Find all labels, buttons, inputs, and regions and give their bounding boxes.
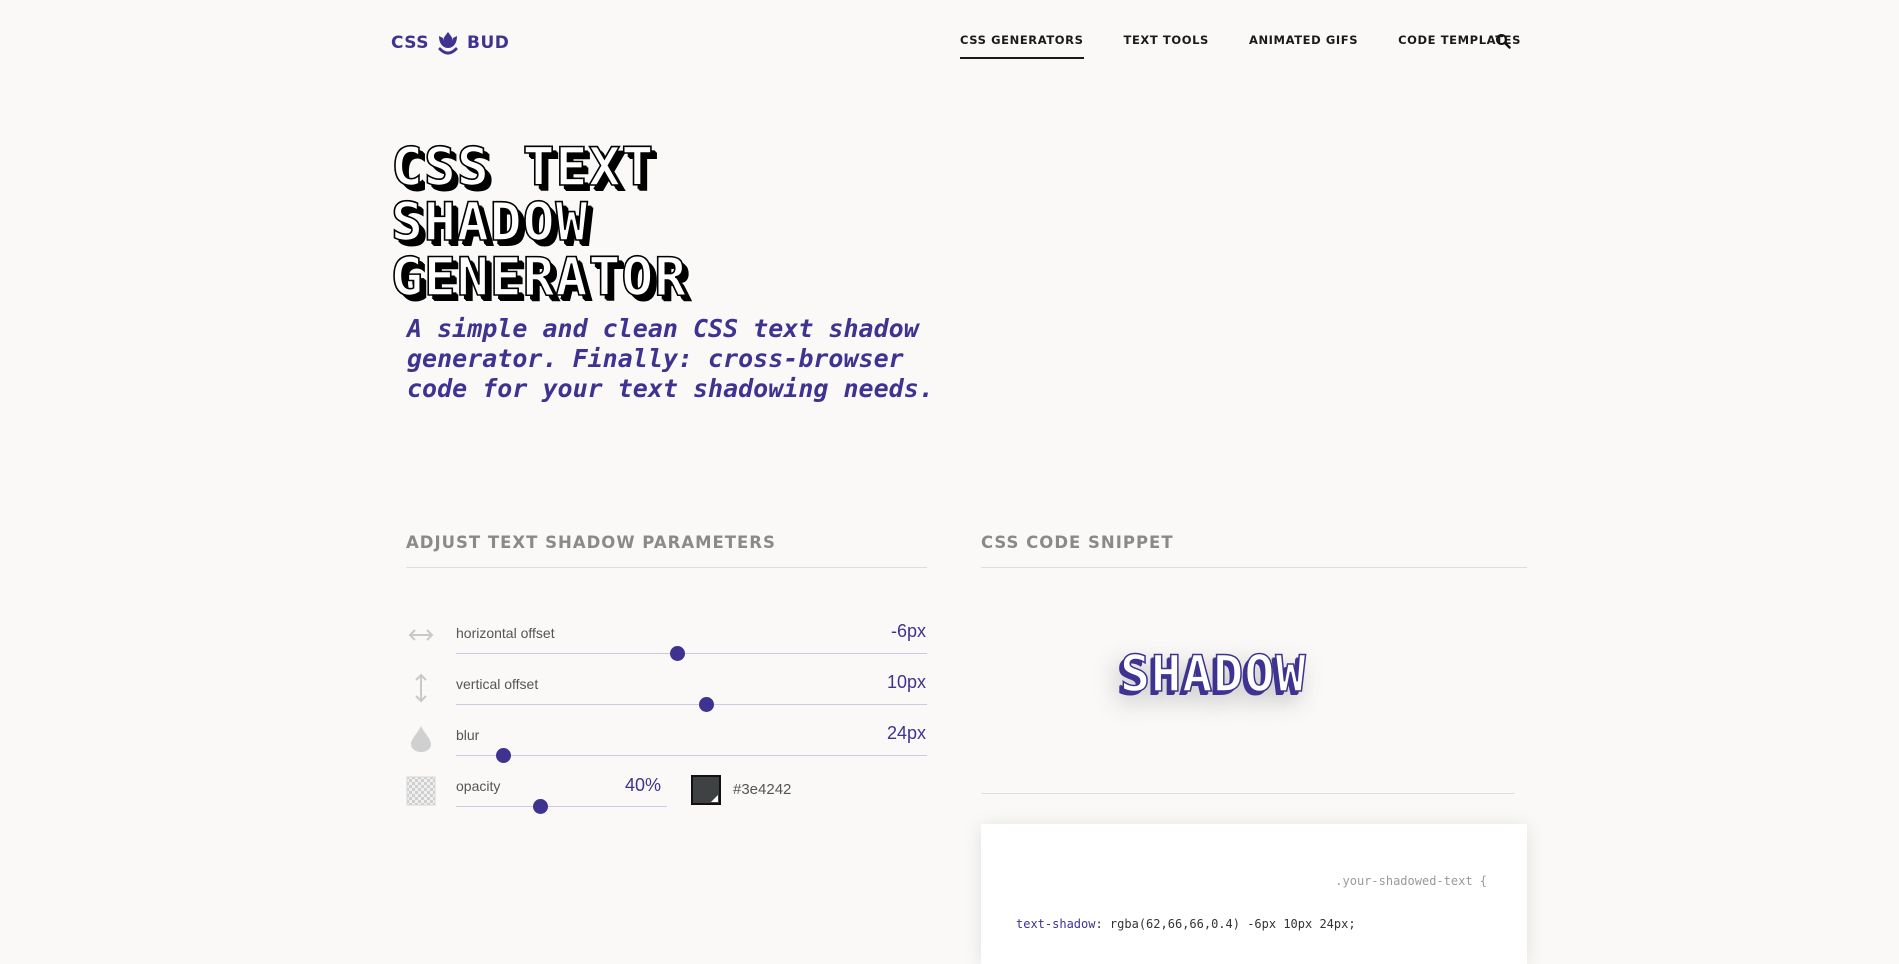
drop-icon: [411, 726, 431, 752]
vertical-offset-slider[interactable]: [456, 697, 927, 712]
tulip-icon: [438, 32, 458, 55]
brand-logo[interactable]: CSS BUD: [391, 30, 509, 56]
vertical-arrows-icon: [415, 673, 427, 703]
controls-divider: [406, 567, 927, 568]
nav-item-animated-gifs[interactable]: ANIMATED GIFS: [1249, 30, 1358, 57]
search-icon[interactable]: [1495, 33, 1511, 49]
horizontal-offset-label: horizontal offset: [456, 625, 555, 641]
nav-item-text-tools[interactable]: TEXT TOOLS: [1124, 30, 1209, 57]
brand-right: BUD: [467, 33, 510, 53]
code-line: text-shadow: rgba(62,66,66,0.4) -6px 10p…: [1016, 917, 1356, 931]
shadow-preview-text: SHADOW: [1119, 644, 1307, 704]
shadow-color-hex: #3e4242: [733, 781, 792, 798]
horizontal-offset-thumb[interactable]: [670, 646, 686, 661]
checkerboard-icon: [406, 776, 436, 806]
horizontal-arrows-icon: [408, 629, 434, 641]
blur-slider[interactable]: [456, 748, 927, 763]
code-snippet-card[interactable]: .your-shadowed-text { text-shadow: rgba(…: [981, 824, 1527, 964]
blur-thumb[interactable]: [496, 748, 512, 763]
snippet-divider: [981, 567, 1527, 568]
opacity-label: opacity: [456, 778, 501, 794]
shadow-color-swatch[interactable]: [691, 775, 721, 805]
blur-label: blur: [456, 727, 480, 743]
opacity-slider[interactable]: [456, 799, 667, 814]
vertical-offset-label: vertical offset: [456, 676, 539, 692]
opacity-thumb[interactable]: [533, 799, 549, 814]
page-title: CSS TEXT SHADOW GENERATOR: [390, 137, 688, 308]
horizontal-offset-slider[interactable]: [456, 646, 927, 661]
vertical-offset-thumb[interactable]: [698, 697, 714, 712]
vertical-offset-value: 10px: [886, 672, 926, 692]
code-value: : rgba(62,66,66,0.4) -6px 10px 24px;: [1095, 917, 1356, 931]
main-nav: CSS GENERATORS TEXT TOOLS ANIMATED GIFS …: [960, 30, 1561, 62]
opacity-value: 40%: [624, 775, 661, 795]
nav-item-css-generators[interactable]: CSS GENERATORS: [960, 30, 1084, 59]
snippet-heading: CSS CODE SNIPPET: [981, 533, 1174, 552]
page-subtitle: A simple and clean CSS text shadow gener…: [407, 314, 934, 403]
code-selector: .your-shadowed-text {: [1335, 874, 1487, 888]
preview-divider: [981, 793, 1515, 794]
horizontal-offset-value: -6px: [890, 621, 926, 641]
blur-value: 24px: [886, 723, 926, 743]
controls-heading: ADJUST TEXT SHADOW PARAMETERS: [406, 533, 776, 552]
brand-left: CSS: [391, 33, 430, 53]
code-property: text-shadow: [1016, 917, 1096, 931]
